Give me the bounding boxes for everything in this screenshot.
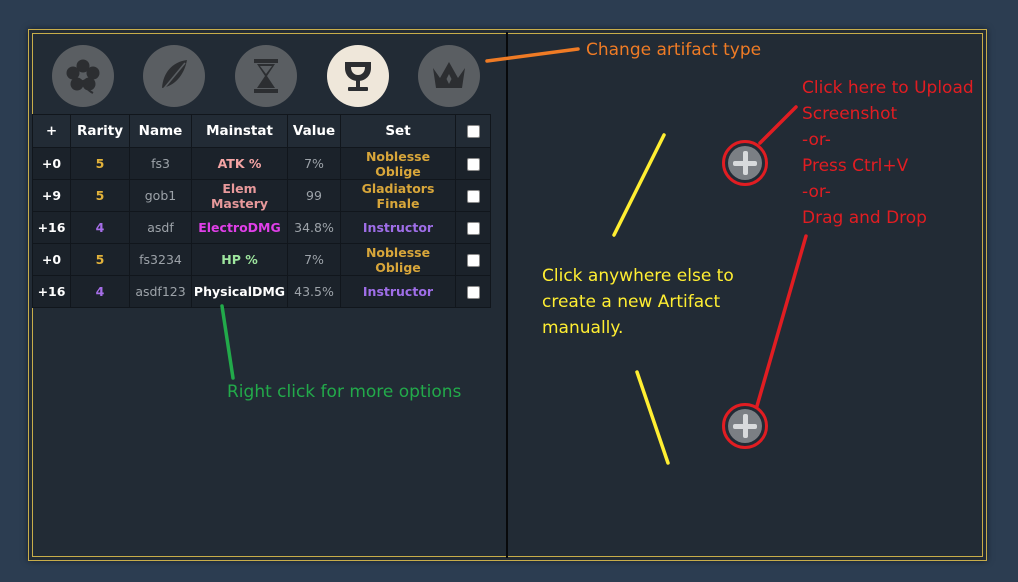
table-row[interactable]: +16 4 asdf ElectroDMG 34.8% Instructor [32, 211, 491, 244]
plume-type-button[interactable] [143, 45, 205, 107]
name-cell: gob1 [129, 179, 192, 212]
flower-type-button[interactable] [52, 45, 114, 107]
panel-divider [506, 32, 508, 558]
feather-icon [160, 60, 187, 93]
plus-icon [728, 146, 762, 180]
rarity-cell: 4 [70, 275, 130, 308]
name-cell: fs3 [129, 147, 192, 180]
hourglass-icon [254, 59, 278, 93]
goblet-icon [345, 62, 371, 91]
row-checkbox-cell[interactable] [455, 275, 491, 308]
value-cell: 7% [287, 243, 341, 276]
upload-screenshot-button[interactable] [722, 140, 768, 186]
name-cell: fs3234 [129, 243, 192, 276]
right-click-annotation: Right click for more options [227, 382, 462, 402]
plus-icon [728, 409, 762, 443]
create-line-2: create a new Artifact [542, 292, 721, 312]
mainstat-cell: PhysicalDMG [191, 275, 288, 308]
checkbox-box[interactable] [466, 124, 480, 138]
row-checkbox-cell[interactable] [455, 179, 491, 212]
mainstat-cell: HP % [191, 243, 288, 276]
upload-screenshot-button-lower[interactable] [722, 403, 768, 449]
upload-line-3: -or- [802, 130, 831, 150]
row-checkbox-cell[interactable] [455, 147, 491, 180]
create-line-1: Click anywhere else to [542, 266, 734, 286]
select-all-checkbox[interactable] [455, 114, 491, 148]
row-checkbox[interactable] [466, 286, 480, 299]
col-header-mainstat[interactable]: Mainstat [191, 114, 288, 148]
rarity-cell: 5 [70, 179, 130, 212]
level-cell: +0 [32, 243, 71, 276]
set-cell: Noblesse Oblige [340, 147, 456, 180]
col-header-rarity[interactable]: Rarity [70, 114, 130, 148]
circlet-type-button[interactable] [418, 45, 480, 107]
create-line-3: manually. [542, 318, 624, 338]
set-cell: Instructor [340, 211, 456, 244]
table-row[interactable]: +9 5 gob1 Elem Mastery 99 Gladiators Fin… [32, 179, 491, 212]
artifact-table: + Rarity Name Mainstat Value Set +0 5 fs… [32, 114, 491, 308]
upload-line-6: Drag and Drop [802, 208, 927, 228]
table-row[interactable]: +0 5 fs3234 HP % 7% Noblesse Oblige [32, 243, 491, 276]
row-checkbox[interactable] [466, 190, 480, 203]
value-cell: 7% [287, 147, 341, 180]
upload-line-4: Press Ctrl+V [802, 156, 909, 176]
row-checkbox-cell[interactable] [455, 243, 491, 276]
col-header-level[interactable]: + [32, 114, 71, 148]
rarity-cell: 5 [70, 147, 130, 180]
mainstat-cell: ElectroDMG [191, 211, 288, 244]
upload-line-2: Screenshot [802, 104, 898, 124]
change-type-annotation: Change artifact type [586, 40, 762, 60]
level-cell: +0 [32, 147, 71, 180]
level-cell: +16 [32, 211, 71, 244]
upload-annotation: Click here to Upload Screenshot -or- Pre… [802, 75, 974, 231]
row-checkbox-cell[interactable] [455, 211, 491, 244]
mainstat-cell: Elem Mastery [191, 179, 288, 212]
level-cell: +9 [32, 179, 71, 212]
col-header-set[interactable]: Set [340, 114, 456, 148]
mainstat-cell: ATK % [191, 147, 288, 180]
level-cell: +16 [32, 275, 71, 308]
table-header-row: + Rarity Name Mainstat Value Set [32, 114, 491, 148]
rarity-cell: 4 [70, 211, 130, 244]
value-cell: 34.8% [287, 211, 341, 244]
table-row[interactable]: +16 4 asdf123 PhysicalDMG 43.5% Instruct… [32, 275, 491, 308]
crown-icon [433, 62, 465, 88]
upload-line-5: -or- [802, 182, 831, 202]
name-cell: asdf [129, 211, 192, 244]
row-checkbox[interactable] [466, 158, 480, 171]
sands-type-button[interactable] [235, 45, 297, 107]
set-cell: Instructor [340, 275, 456, 308]
upload-line-1: Click here to Upload [802, 78, 974, 98]
value-cell: 99 [287, 179, 341, 212]
name-cell: asdf123 [129, 275, 192, 308]
flower-icon [66, 59, 100, 94]
set-cell: Noblesse Oblige [340, 243, 456, 276]
row-checkbox[interactable] [466, 222, 480, 235]
goblet-type-button[interactable] [327, 45, 389, 107]
col-header-value[interactable]: Value [287, 114, 341, 148]
rarity-cell: 5 [70, 243, 130, 276]
create-artifact-annotation: Click anywhere else to create a new Arti… [542, 263, 734, 341]
value-cell: 43.5% [287, 275, 341, 308]
table-row[interactable]: +0 5 fs3 ATK % 7% Noblesse Oblige [32, 147, 491, 180]
set-cell: Gladiators Finale [340, 179, 456, 212]
row-checkbox[interactable] [466, 254, 480, 267]
col-header-name[interactable]: Name [129, 114, 192, 148]
